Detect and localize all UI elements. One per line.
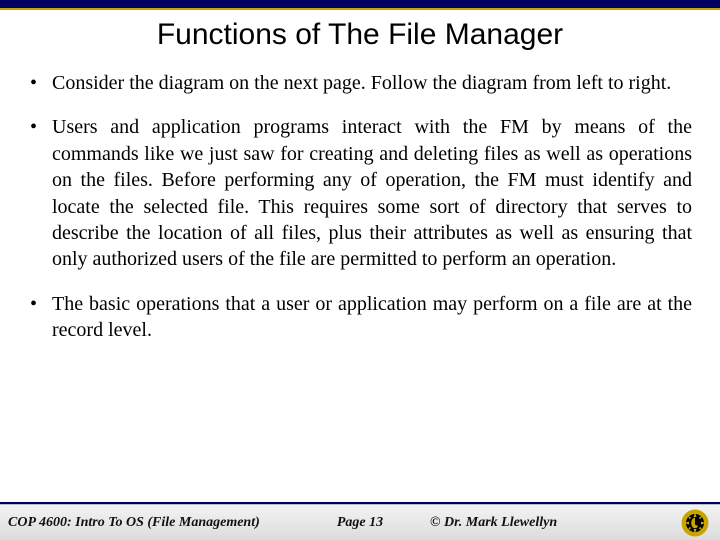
- footer: COP 4600: Intro To OS (File Management) …: [0, 502, 720, 540]
- ucf-logo-icon: [680, 508, 710, 538]
- footer-bar: COP 4600: Intro To OS (File Management) …: [0, 504, 720, 540]
- bullet-item: The basic operations that a user or appl…: [28, 291, 692, 344]
- footer-author: © Dr. Mark Llewellyn: [430, 515, 557, 531]
- footer-course: COP 4600: Intro To OS (File Management): [8, 515, 260, 531]
- footer-page: Page 13: [337, 515, 383, 531]
- bullet-item: Users and application programs interact …: [28, 114, 692, 272]
- top-accent-bar: [0, 0, 720, 10]
- bullet-list: Consider the diagram on the next page. F…: [28, 70, 692, 344]
- slide-body: Consider the diagram on the next page. F…: [0, 70, 720, 344]
- slide-title: Functions of The File Manager: [0, 18, 720, 52]
- bullet-item: Consider the diagram on the next page. F…: [28, 70, 692, 96]
